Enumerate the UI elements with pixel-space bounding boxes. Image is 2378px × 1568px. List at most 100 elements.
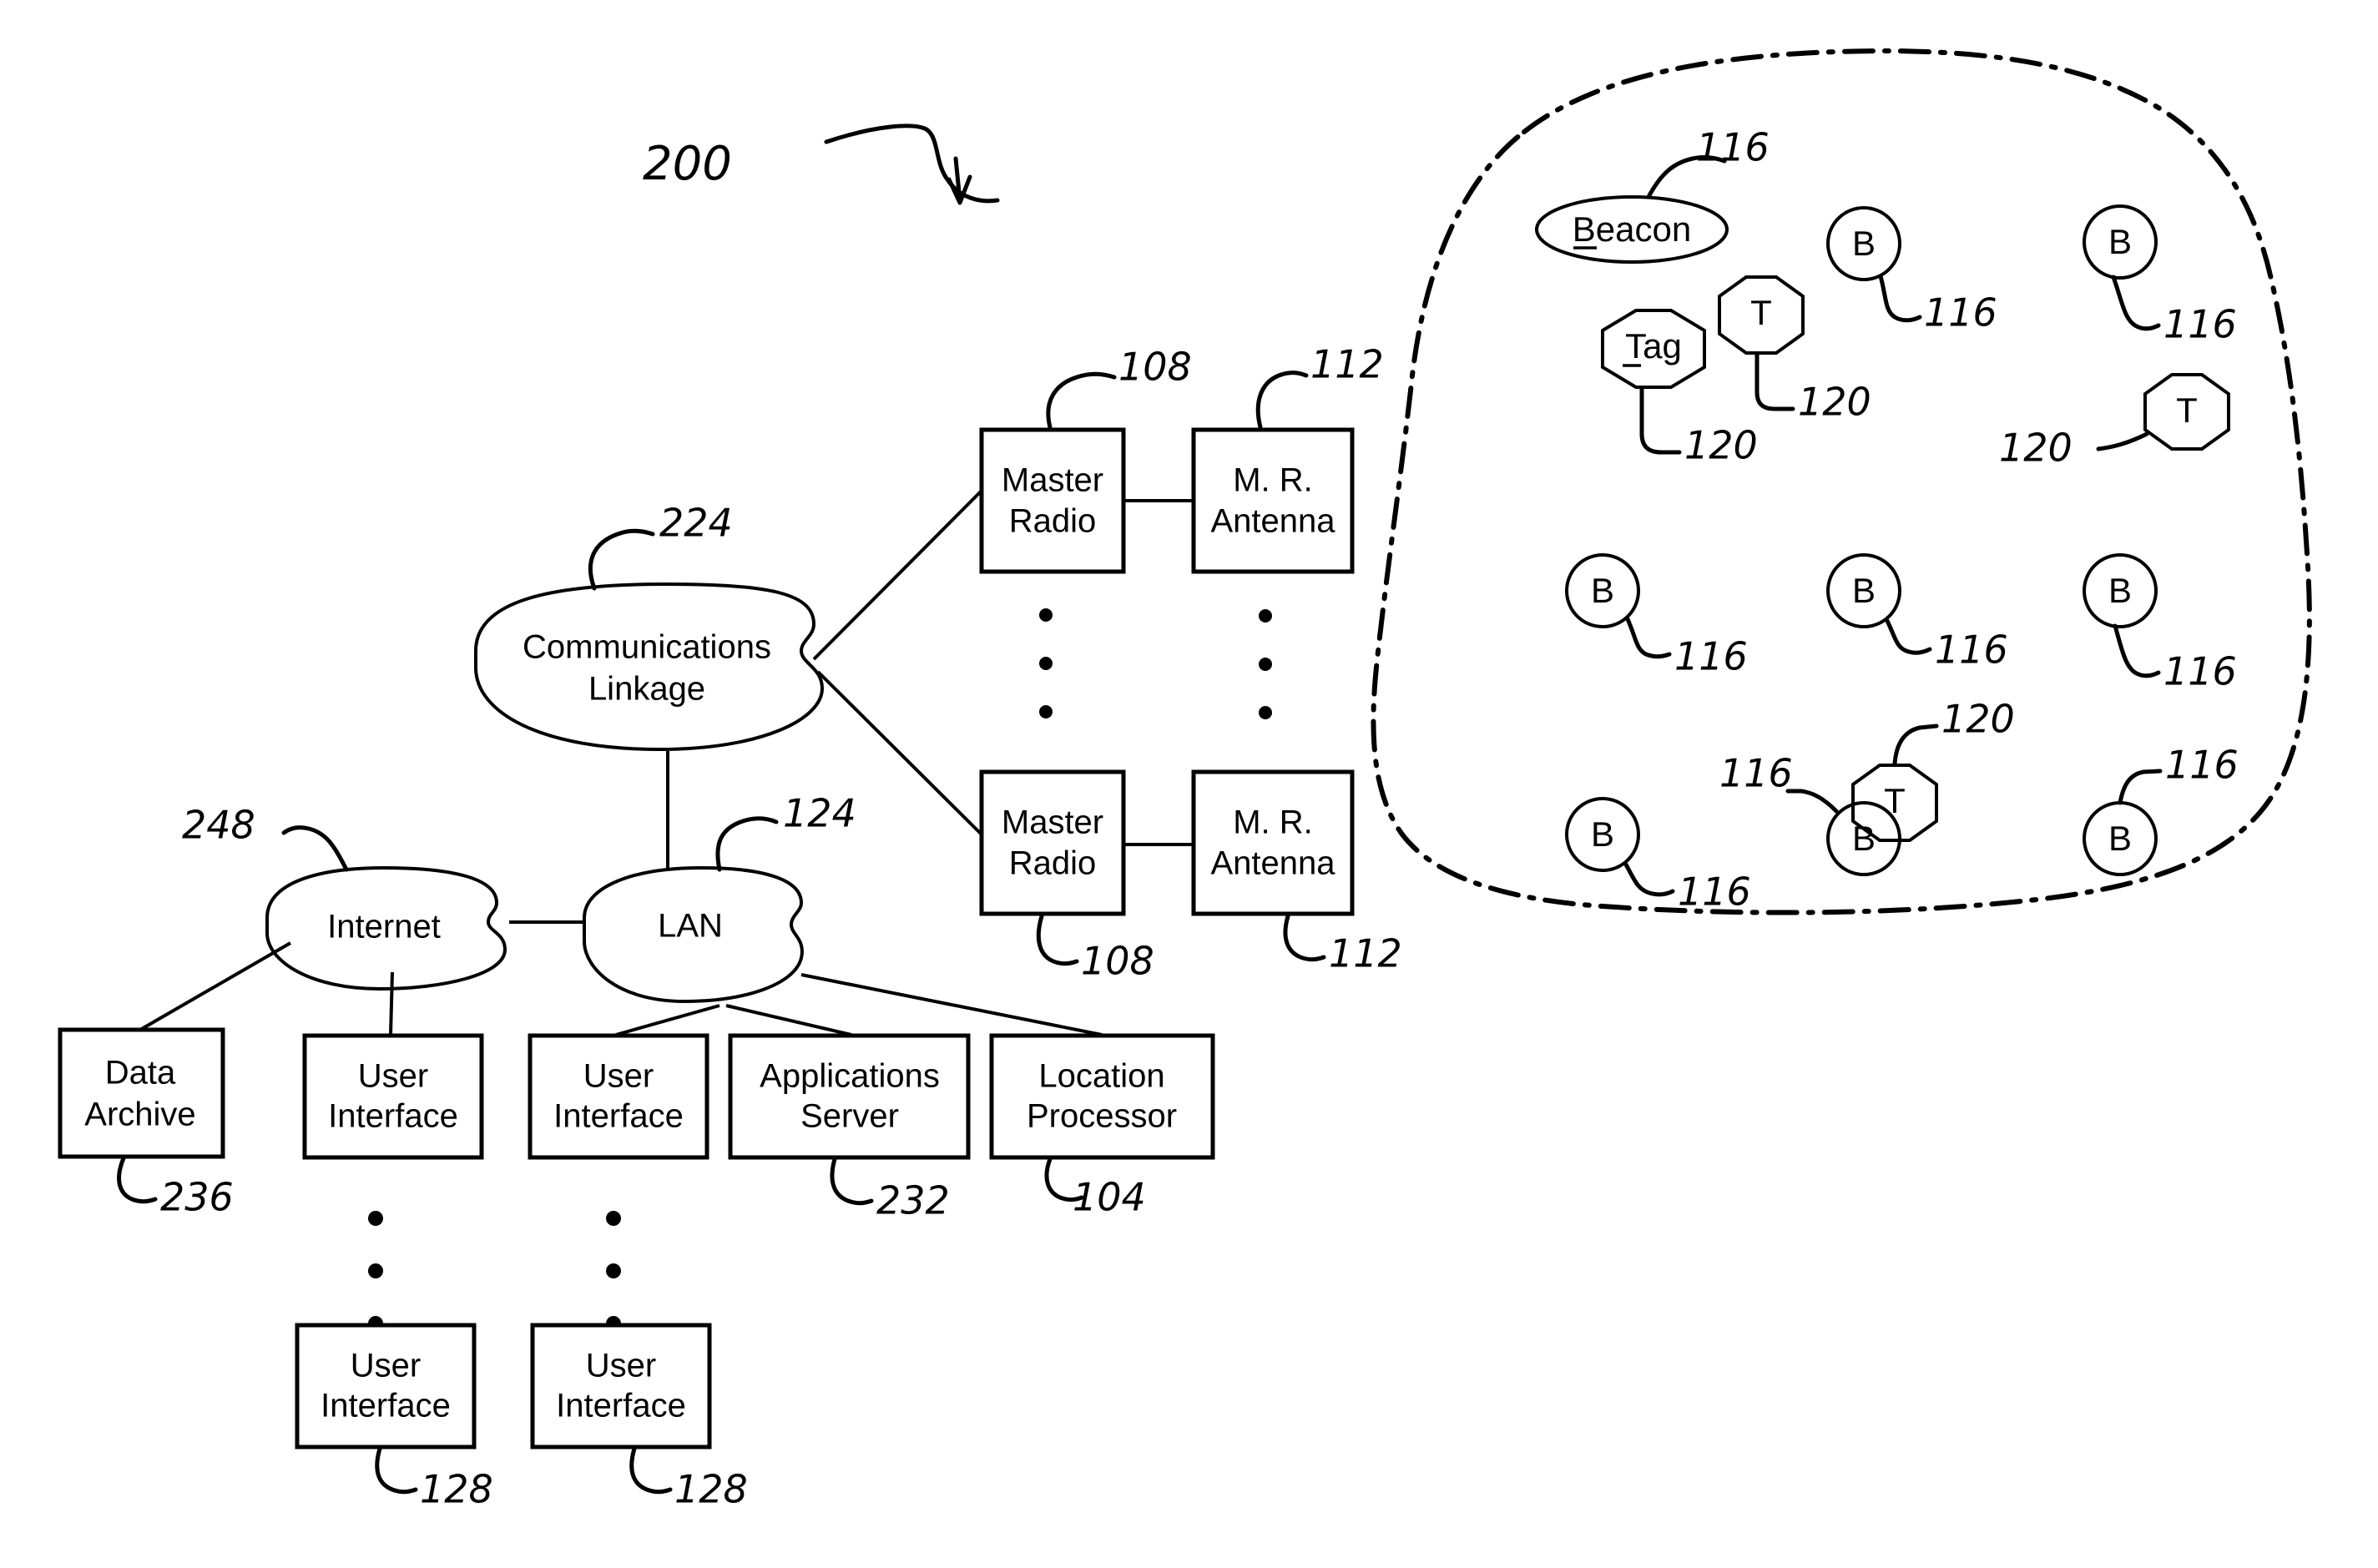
applications-server-group[interactable]: Applications Server 232	[728, 1033, 971, 1223]
tag-t2-group[interactable]: T 120	[1999, 373, 2230, 471]
tag-legend-label: Tag	[1625, 326, 1682, 366]
link-internet-to-user-interface-1	[389, 971, 394, 1036]
figure-number: 200	[643, 137, 732, 191]
user-interface-4-box[interactable]	[530, 1323, 712, 1450]
beacon-b4-leader	[1885, 618, 1932, 655]
beacon-b6-ref: 116	[1678, 870, 1751, 915]
lan-group[interactable]: LAN 124	[583, 791, 856, 1004]
mr-antenna-1-box[interactable]	[1191, 427, 1355, 574]
beacon-legend-label: Beacon	[1573, 209, 1691, 249]
user-interface-4-label-line2: Interface	[556, 1388, 686, 1424]
master-radio-1-box[interactable]	[979, 427, 1126, 574]
beacon-b5-group[interactable]: B 116	[2083, 553, 2237, 694]
beacon-b2-ref: 116	[2163, 302, 2237, 347]
user-interface-2-label-line1: User	[583, 1058, 654, 1095]
communications-linkage-leader	[588, 528, 655, 591]
user-interface-3-label-line1: User	[351, 1348, 421, 1384]
mr-antenna-2-box[interactable]	[1191, 769, 1355, 916]
beacon-b1-group[interactable]: B 116	[1826, 206, 1997, 335]
user-interface-1-group[interactable]: User Interface	[302, 1033, 484, 1160]
master-radio-2-box[interactable]	[979, 769, 1126, 916]
tag-t3-ref: 120	[1941, 697, 2015, 742]
user-interface-2-label-line2: Interface	[553, 1098, 684, 1135]
user-interface-1-label-line1: User	[358, 1058, 428, 1095]
tag-t2-leader	[2096, 431, 2149, 451]
beacon-b7-label: B	[1852, 819, 1876, 858]
beacon-b2-group[interactable]: B 116	[2083, 204, 2237, 347]
beacon-b6-label: B	[1591, 814, 1614, 854]
user-interface-3-leader	[375, 1446, 418, 1495]
communications-linkage-oval[interactable]	[474, 582, 825, 752]
data-archive-group[interactable]: Data Archive 236	[58, 1027, 234, 1220]
data-archive-label-line2: Archive	[84, 1097, 195, 1133]
master-radio-1-ref: 108	[1118, 345, 1192, 390]
tag-t3-group[interactable]: T 120	[1851, 697, 2015, 842]
user-interface-1-box[interactable]	[302, 1033, 484, 1160]
communications-linkage-ref: 224	[659, 501, 733, 546]
beacon-b3-leader	[1625, 617, 1672, 659]
master-radio-1-group[interactable]: Master Radio 108	[979, 345, 1192, 574]
tag-legend-leader	[1639, 386, 1682, 455]
user-interface-2-group[interactable]: User Interface	[528, 1033, 709, 1160]
tag-t1-ref: 120	[1798, 380, 1871, 425]
tag-t1-group[interactable]: T 120	[1718, 275, 1871, 425]
ellipsis-dot	[368, 1211, 383, 1226]
user-interface-3-group[interactable]: User Interface 128	[295, 1323, 493, 1512]
figure-canvas: 200 Master Radio 108 M. R. Antenna 112 M…	[0, 0, 2378, 1568]
ellipsis-dot	[606, 1263, 621, 1278]
location-processor-label-line2: Processor	[1027, 1098, 1177, 1135]
beacon-b3-group[interactable]: B 116	[1565, 553, 1748, 679]
user-interface-2-box[interactable]	[528, 1033, 709, 1160]
internet-label: Internet	[327, 909, 441, 945]
ellipsis-dot	[1259, 706, 1272, 719]
location-processor-group[interactable]: Location Processor 104	[989, 1033, 1215, 1220]
mr-antenna-1-label-line2: Antenna	[1210, 503, 1335, 540]
tag-legend-group[interactable]: Tag 120	[1601, 309, 1758, 468]
vertical-ellipsis-mr-antenna	[1259, 609, 1272, 719]
tag-t3-leader	[1892, 723, 1939, 766]
location-processor-box[interactable]	[989, 1033, 1215, 1160]
beacon-b6-group[interactable]: B 116	[1565, 797, 1751, 915]
master-radio-1-label-line2: Radio	[1009, 503, 1097, 540]
beacon-b4-group[interactable]: B 116	[1826, 553, 2008, 673]
vertical-ellipsis-user-interface-1	[368, 1211, 383, 1331]
master-radio-2-ref: 108	[1081, 939, 1154, 984]
internet-ref: 248	[182, 803, 255, 848]
mr-antenna-1-group[interactable]: M. R. Antenna 112	[1191, 342, 1384, 574]
mr-antenna-2-group[interactable]: M. R. Antenna 112	[1191, 769, 1402, 976]
data-archive-box[interactable]	[58, 1027, 225, 1159]
user-interface-3-box[interactable]	[295, 1323, 477, 1450]
applications-server-box[interactable]	[728, 1033, 971, 1160]
master-radio-2-label-line2: Radio	[1009, 845, 1097, 882]
user-interface-3-ref: 128	[420, 1467, 493, 1512]
communications-linkage-group[interactable]: Communications Linkage 224	[474, 501, 825, 752]
beacon-b4-ref: 116	[1935, 628, 2008, 673]
master-radio-1-leader	[1046, 371, 1117, 430]
master-radio-2-label-line1: Master	[1002, 804, 1103, 841]
user-interface-4-group[interactable]: User Interface 128	[530, 1323, 748, 1512]
beacon-b5-label: B	[2108, 571, 2132, 610]
figure-number-group: 200	[643, 124, 1000, 205]
master-radio-1-label-line1: Master	[1002, 462, 1103, 499]
beacon-b4-label: B	[1852, 571, 1876, 610]
master-radio-2-group[interactable]: Master Radio 108	[979, 769, 1154, 984]
beacon-b7-ref: 116	[1719, 751, 1793, 796]
communications-linkage-label-line1: Communications	[523, 629, 771, 666]
internet-group[interactable]: Internet 248	[182, 803, 507, 991]
lan-leader	[715, 816, 779, 872]
beacon-legend-group[interactable]: Beacon 116	[1535, 125, 1770, 264]
tag-t2-label: T	[2176, 391, 2198, 430]
beacon-b7-leader	[1785, 789, 1839, 814]
tag-t1-leader	[1754, 352, 1795, 411]
lan-label: LAN	[658, 908, 723, 945]
beacon-b6-leader	[1623, 862, 1675, 897]
beacon-b8-group[interactable]: B 116	[2083, 743, 2239, 876]
mr-antenna-1-ref: 112	[1310, 342, 1384, 387]
user-interface-4-ref: 128	[674, 1467, 748, 1512]
user-interface-3-label-line2: Interface	[321, 1388, 451, 1424]
ellipsis-dot	[1039, 608, 1053, 622]
beacon-b2-leader	[2111, 275, 2161, 331]
ellipsis-dot	[1259, 658, 1272, 671]
beacon-b2-label: B	[2108, 222, 2132, 261]
ellipsis-dot	[606, 1211, 621, 1226]
